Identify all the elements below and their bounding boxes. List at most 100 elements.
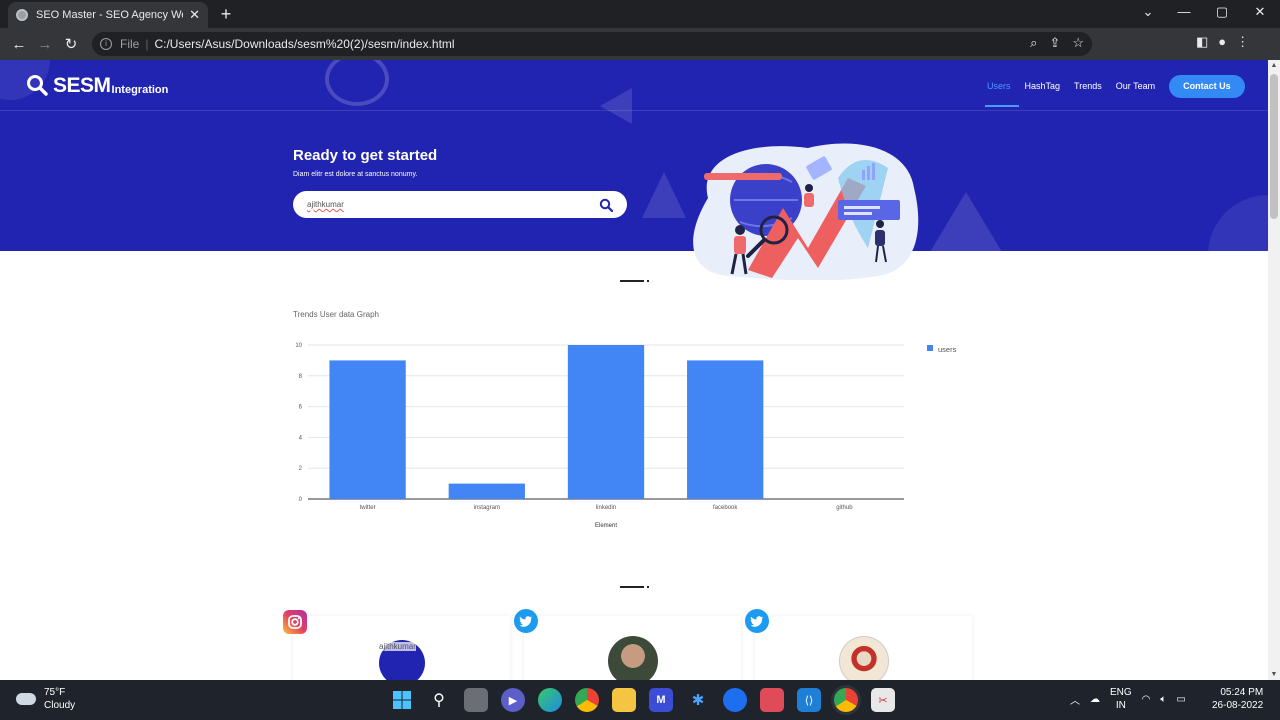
y-tick-label: 0 — [299, 497, 303, 503]
search-icon — [27, 75, 48, 96]
site-logo[interactable]: SESM Integration — [26, 74, 168, 98]
globe-icon — [16, 9, 28, 21]
weather-temp: 75°F — [44, 687, 66, 698]
x-tick-label: github — [836, 505, 853, 511]
app-icon[interactable] — [760, 688, 784, 712]
file-explorer-icon[interactable] — [612, 688, 636, 712]
x-tick-label: instagram — [474, 505, 500, 511]
firefox-icon[interactable] — [723, 688, 747, 712]
scroll-up-arrow-icon[interactable]: ▲ — [1270, 62, 1278, 69]
contact-us-button[interactable]: Contact Us — [1169, 74, 1245, 98]
profile-icon[interactable]: ● — [1218, 34, 1226, 50]
url-text: C:/Users/Asus/Downloads/sesm%20(2)/sesm/… — [154, 37, 455, 51]
info-icon[interactable]: i — [100, 38, 112, 50]
omnibox-actions: ⌕ ⇪ ☆ — [1030, 35, 1084, 51]
scrollbar-thumb[interactable] — [1270, 74, 1278, 219]
windows-start-icon[interactable] — [390, 688, 414, 712]
menu-kebab-icon[interactable]: ⋮ — [1236, 34, 1249, 50]
avatar-alt-text: ajithkumar — [379, 642, 416, 651]
nav-trends[interactable]: Trends — [1074, 81, 1102, 91]
avatar — [839, 636, 889, 680]
decor-triangle — [642, 172, 686, 218]
zoom-icon[interactable]: ⌕ — [1030, 35, 1037, 51]
page-viewport: SESM Integration Users HashTag Trends Ou… — [0, 60, 1268, 680]
reload-button[interactable]: ↻ — [58, 35, 84, 53]
forward-button[interactable]: → — [32, 36, 58, 53]
battery-icon[interactable]: ▭ — [1176, 694, 1185, 705]
y-tick-label: 2 — [299, 466, 303, 472]
maximize-button[interactable]: ▢ — [1202, 4, 1242, 20]
nav-users[interactable]: Users — [985, 81, 1018, 107]
y-tick-label: 8 — [299, 374, 303, 380]
clock-time: 05:24 PM — [1220, 687, 1264, 698]
vscode-icon[interactable]: ⟨⟩ — [797, 688, 821, 712]
onedrive-cloud-icon[interactable]: ☁ — [1090, 694, 1100, 705]
taskbar-apps: ⚲ ▶ M ✱ ⟨⟩ ✂ — [390, 688, 895, 712]
share-icon[interactable]: ⇪ — [1049, 35, 1060, 51]
task-view-icon[interactable] — [464, 688, 488, 712]
bar-linkedin — [567, 345, 645, 499]
user-card[interactable] — [524, 616, 741, 680]
language-indicator[interactable]: ENG IN — [1110, 686, 1132, 712]
browser-tab[interactable]: SEO Master - SEO Agency Websi ✕ — [8, 2, 208, 28]
bluetooth-icon[interactable]: ✱ — [686, 688, 710, 712]
legend-swatch — [927, 345, 933, 351]
hero-illustration — [693, 143, 919, 280]
hero-subtitle: Diam elitr est dolore at sanctus nonumy. — [293, 171, 418, 178]
edge-icon[interactable] — [538, 688, 562, 712]
clock-date: 26-08-2022 — [1212, 700, 1264, 711]
bar-instagram — [448, 483, 525, 499]
weather-condition: Cloudy — [44, 700, 76, 711]
search-icon[interactable]: ⚲ — [427, 688, 451, 712]
chrome-icon[interactable] — [834, 688, 858, 712]
page-scrollbar[interactable]: ▲ ▼ — [1268, 60, 1280, 680]
back-button[interactable]: ← — [6, 36, 32, 53]
decor-ring — [325, 60, 389, 106]
cloud-icon — [16, 693, 36, 705]
snipping-tool-icon[interactable]: ✂ — [871, 688, 895, 712]
y-tick-label: 10 — [295, 343, 302, 349]
nav-hashtag[interactable]: HashTag — [1025, 81, 1061, 91]
browser-right-tools: ◧ ● ⋮ — [1196, 34, 1249, 50]
section-divider — [620, 586, 644, 588]
language-code: ENG — [1110, 687, 1132, 698]
chevron-up-icon[interactable]: ︿ — [1070, 692, 1080, 707]
bar-facebook — [687, 360, 764, 499]
chrome-profile-icon[interactable] — [575, 688, 599, 712]
weather-widget[interactable]: 75°F Cloudy — [16, 686, 75, 712]
windows-taskbar: 75°F Cloudy ⚲ ▶ M ✱ ⟨⟩ ✂ ︿ ☁ ENG IN ◠ 🔈︎… — [0, 680, 1280, 720]
twitter-icon — [514, 609, 538, 633]
close-window-button[interactable]: ✕ — [1240, 4, 1280, 20]
url-scheme: File — [120, 37, 140, 51]
new-tab-button[interactable]: + — [216, 4, 236, 25]
brand-subtitle: Integration — [111, 84, 169, 96]
side-panel-icon[interactable]: ◧ — [1196, 34, 1208, 50]
app-icon[interactable]: M — [649, 688, 673, 712]
legend-label: users — [938, 345, 957, 354]
instagram-icon — [283, 610, 307, 634]
y-tick-label: 6 — [299, 405, 303, 411]
x-tick-label: linkedin — [596, 505, 616, 511]
section-divider — [620, 280, 644, 282]
url-separator: | — [145, 37, 149, 51]
tab-search-icon[interactable]: ⌄ — [1128, 4, 1168, 20]
volume-icon[interactable]: 🔈︎ — [1160, 694, 1166, 705]
browser-toolbar: ← → ↻ i File | C:/Users/Asus/Downloads/s… — [0, 28, 1280, 60]
user-card[interactable] — [755, 616, 972, 680]
search-icon[interactable] — [599, 198, 613, 212]
chat-icon[interactable]: ▶ — [501, 688, 525, 712]
close-tab-icon[interactable]: ✕ — [189, 7, 200, 23]
main-nav: Users HashTag Trends Our Team Contact Us — [980, 74, 1245, 107]
scroll-down-arrow-icon[interactable]: ▼ — [1270, 671, 1278, 678]
minimize-button[interactable]: — — [1164, 4, 1204, 19]
decor-triangle — [600, 88, 632, 124]
wifi-icon[interactable]: ◠ — [1142, 694, 1151, 705]
nav-our-team[interactable]: Our Team — [1116, 81, 1155, 91]
search-input[interactable]: ajithkumar — [307, 200, 599, 209]
clock[interactable]: 05:24 PM 26-08-2022 — [1212, 686, 1263, 712]
search-box[interactable]: ajithkumar — [293, 191, 627, 218]
address-bar[interactable]: i File | C:/Users/Asus/Downloads/sesm%20… — [92, 32, 1092, 56]
user-card[interactable]: ajithkumar — [293, 616, 510, 680]
bookmark-star-icon[interactable]: ☆ — [1072, 35, 1084, 51]
section-divider-dot — [647, 280, 649, 282]
